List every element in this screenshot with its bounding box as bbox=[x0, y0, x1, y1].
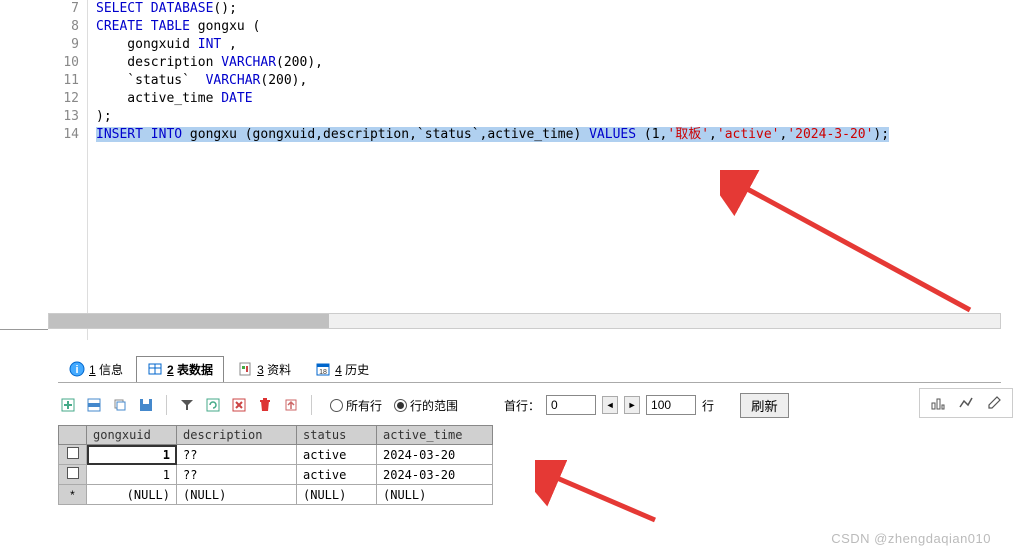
cell[interactable]: ?? bbox=[177, 465, 297, 485]
annotation-arrow-icon bbox=[535, 460, 675, 540]
prev-page-button[interactable]: ◄ bbox=[602, 396, 618, 414]
info-icon: i bbox=[69, 361, 85, 377]
cell[interactable]: 1 bbox=[87, 465, 177, 485]
tab-资料[interactable]: 3 资料 bbox=[226, 356, 302, 382]
cell[interactable]: (NULL) bbox=[87, 485, 177, 505]
table-row[interactable]: 1??active2024-03-20 bbox=[59, 465, 493, 485]
edit-pencil-icon[interactable] bbox=[984, 393, 1004, 413]
svg-text:18: 18 bbox=[319, 369, 327, 376]
export-icon[interactable] bbox=[281, 395, 301, 415]
first-row-label: 首行： bbox=[504, 397, 540, 414]
grid-copy-icon[interactable] bbox=[110, 395, 130, 415]
column-header[interactable]: active_time bbox=[377, 426, 493, 445]
cell[interactable]: (NULL) bbox=[377, 485, 493, 505]
row-checkbox[interactable] bbox=[67, 467, 79, 479]
radio-row-range[interactable]: 行的范围 bbox=[394, 397, 458, 414]
tab-历史[interactable]: 184 历史 bbox=[304, 356, 380, 382]
grid-add-icon[interactable] bbox=[58, 395, 78, 415]
corner-cell bbox=[59, 426, 87, 445]
table-icon bbox=[147, 361, 163, 377]
cell[interactable]: (NULL) bbox=[297, 485, 377, 505]
limit-input[interactable] bbox=[646, 395, 696, 415]
watermark: CSDN @zhengdaqian010 bbox=[831, 531, 991, 546]
horizontal-scrollbar[interactable] bbox=[48, 313, 1001, 329]
filter-icon[interactable] bbox=[177, 395, 197, 415]
right-toolbar bbox=[919, 388, 1013, 418]
code-editor[interactable]: SELECT DATABASE();CREATE TABLE gongxu ( … bbox=[88, 0, 1021, 340]
grid-refresh-icon[interactable] bbox=[203, 395, 223, 415]
svg-text:i: i bbox=[75, 364, 78, 376]
radio-icon bbox=[394, 399, 407, 412]
data-toolbar: 所有行 行的范围 首行： ◄ ► 行 刷新 bbox=[58, 390, 1021, 420]
tab-信息[interactable]: i1 信息 bbox=[58, 356, 134, 382]
radio-range-label: 行的范围 bbox=[410, 397, 458, 414]
cell[interactable]: 1 bbox=[87, 445, 177, 465]
calendar-icon: 18 bbox=[315, 361, 331, 377]
radio-all-label: 所有行 bbox=[346, 397, 382, 414]
doc-icon bbox=[237, 361, 253, 377]
column-header[interactable]: status bbox=[297, 426, 377, 445]
cell[interactable]: active bbox=[297, 465, 377, 485]
chart-bar-icon[interactable] bbox=[928, 393, 948, 413]
radio-all-rows[interactable]: 所有行 bbox=[330, 397, 382, 414]
tab-表数据[interactable]: 2 表数据 bbox=[136, 356, 224, 382]
result-tabs: i1 信息2 表数据3 资料184 历史 bbox=[58, 355, 1001, 383]
separator bbox=[311, 395, 312, 415]
cell[interactable]: 2024-03-20 bbox=[377, 465, 493, 485]
table-row[interactable]: *(NULL)(NULL)(NULL)(NULL) bbox=[59, 485, 493, 505]
chart-line-icon[interactable] bbox=[956, 393, 976, 413]
cell[interactable]: active bbox=[297, 445, 377, 465]
limit-label: 行 bbox=[702, 397, 714, 414]
cell[interactable]: (NULL) bbox=[177, 485, 297, 505]
grid-cancel-icon[interactable] bbox=[229, 395, 249, 415]
first-row-input[interactable] bbox=[546, 395, 596, 415]
cell[interactable]: ?? bbox=[177, 445, 297, 465]
column-header[interactable]: description bbox=[177, 426, 297, 445]
line-gutter: 7891011121314 bbox=[48, 0, 88, 340]
refresh-button[interactable]: 刷新 bbox=[740, 393, 789, 418]
data-grid[interactable]: gongxuiddescriptionstatusactive_time1??a… bbox=[58, 425, 493, 505]
separator bbox=[166, 395, 167, 415]
delete-icon[interactable] bbox=[255, 395, 275, 415]
next-page-button[interactable]: ► bbox=[624, 396, 640, 414]
column-header[interactable]: gongxuid bbox=[87, 426, 177, 445]
table-row[interactable]: 1??active2024-03-20 bbox=[59, 445, 493, 465]
grid-insert-icon[interactable] bbox=[84, 395, 104, 415]
radio-icon bbox=[330, 399, 343, 412]
grid-save-icon[interactable] bbox=[136, 395, 156, 415]
row-checkbox[interactable] bbox=[67, 447, 79, 459]
cell[interactable]: 2024-03-20 bbox=[377, 445, 493, 465]
scrollbar-thumb[interactable] bbox=[49, 314, 329, 328]
new-row-star-icon: * bbox=[70, 488, 75, 502]
